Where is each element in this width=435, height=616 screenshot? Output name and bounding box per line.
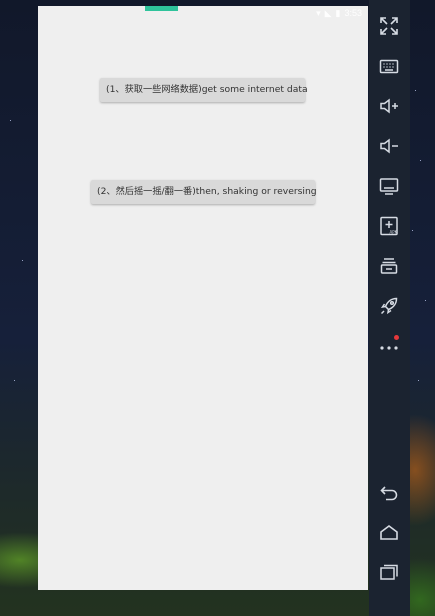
status-icons: ▾ ◣ ▮ 3:53 <box>316 8 362 18</box>
notification-dot <box>394 335 399 340</box>
rocket-icon[interactable] <box>376 293 402 319</box>
emulator-screen: ▾ ◣ ▮ 3:53 (1、获取一些网络数据)get some internet… <box>38 6 368 590</box>
get-internet-data-button[interactable]: (1、获取一些网络数据)get some internet data <box>100 78 308 102</box>
wifi-icon: ▾ <box>316 8 321 18</box>
volume-down-icon[interactable] <box>376 133 402 159</box>
status-bar: ▾ ◣ ▮ 3:53 <box>38 6 368 20</box>
volume-up-icon[interactable] <box>376 93 402 119</box>
fullscreen-icon[interactable] <box>376 13 402 39</box>
back-icon[interactable] <box>376 479 402 505</box>
active-indicator <box>145 6 178 11</box>
recents-icon[interactable] <box>376 559 402 585</box>
more-icon[interactable] <box>376 333 402 359</box>
home-icon[interactable] <box>376 519 402 545</box>
multi-window-icon[interactable] <box>376 253 402 279</box>
keyboard-icon[interactable] <box>376 53 402 79</box>
signal-icon: ◣ <box>324 8 332 18</box>
shake-or-reverse-button[interactable]: (2、然后摇一摇/翻一番)then, shaking or reversing <box>91 180 317 204</box>
battery-icon: ▮ <box>335 8 341 18</box>
screen-icon[interactable] <box>376 173 402 199</box>
apk-install-icon[interactable]: APK <box>376 213 402 239</box>
status-time: 3:53 <box>344 8 362 18</box>
svg-text:APK: APK <box>390 230 398 235</box>
emulator-toolbar: APK <box>369 0 410 616</box>
